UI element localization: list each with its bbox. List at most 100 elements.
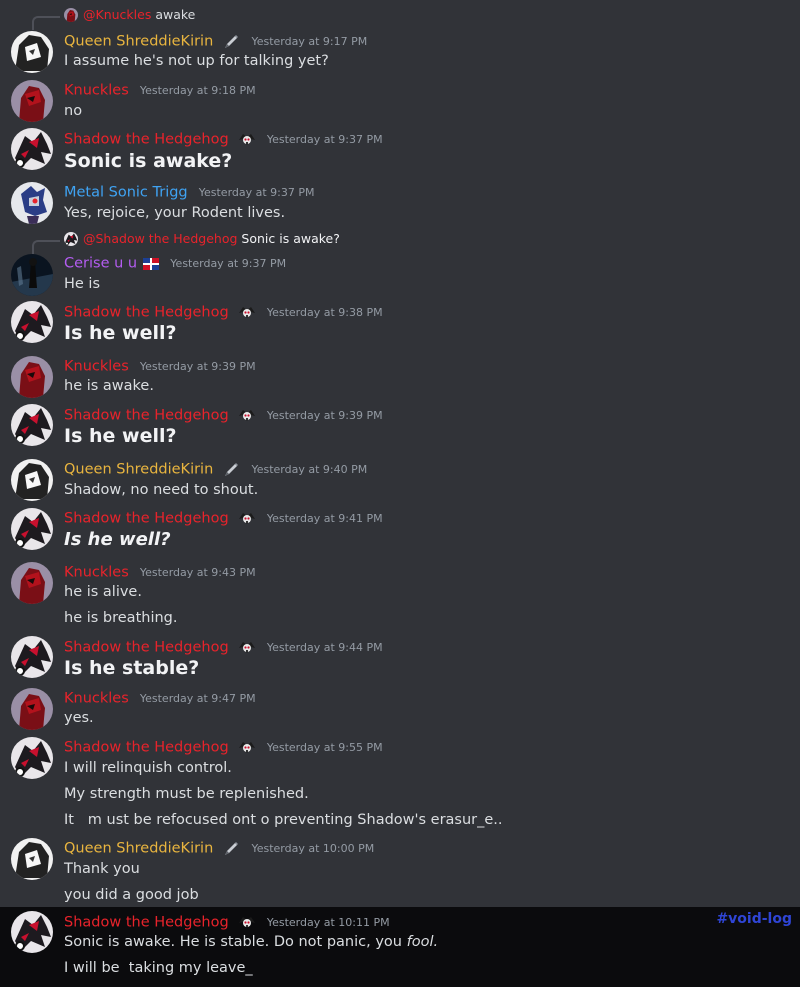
avatar[interactable] (11, 80, 53, 122)
message-text-plain: Sonic is awake. He is stable. Do not pan… (64, 934, 407, 950)
message-text: I will relinquish control. (64, 760, 232, 776)
timestamp[interactable]: Yesterday at 9:37 PM (267, 133, 383, 146)
message-text: he is awake. (64, 378, 154, 394)
avatar[interactable] (11, 31, 53, 73)
reply-spine (32, 240, 60, 254)
message-text: Is he stable? (64, 657, 200, 679)
message-header: Queen ShreddieKirin Yesterday at 9:40 PM (64, 459, 367, 479)
message-text: he is breathing. (64, 610, 178, 626)
message-text: Yes, rejoice, your Rodent lives. (64, 205, 286, 221)
timestamp[interactable]: Yesterday at 9:38 PM (267, 306, 383, 319)
avatar[interactable] (11, 301, 53, 343)
avatar[interactable] (11, 182, 53, 224)
message-text: I assume he's not up for talking yet? (64, 53, 329, 69)
timestamp[interactable]: Yesterday at 9:39 PM (140, 360, 256, 373)
pen-icon (222, 461, 240, 479)
message-text: Sonic is awake? (64, 150, 233, 172)
pen-icon (222, 840, 240, 858)
avatar[interactable] (11, 737, 53, 779)
message-header: Shadow the Hedgehog Yesterday at 9:55 PM (64, 737, 383, 757)
timestamp[interactable]: Yesterday at 9:37 PM (199, 186, 315, 199)
timestamp[interactable]: Yesterday at 9:18 PM (140, 84, 256, 97)
message-header: Knuckles Yesterday at 9:18 PM (64, 80, 256, 100)
username[interactable]: Queen ShreddieKirin (64, 462, 213, 478)
avatar[interactable] (11, 838, 53, 880)
message-text: Sonic is awake. He is stable. Do not pan… (64, 934, 438, 950)
timestamp[interactable]: Yesterday at 10:11 PM (267, 916, 390, 929)
username[interactable]: Shadow the Hedgehog (64, 408, 229, 424)
message-header: Knuckles Yesterday at 9:39 PM (64, 356, 256, 376)
username[interactable]: Cerise u u (64, 256, 137, 272)
reply-mention[interactable]: @Shadow the Hedgehog (83, 231, 237, 246)
message-header: Shadow the Hedgehog Yesterday at 9:37 PM (64, 129, 383, 149)
message-header: Knuckles Yesterday at 9:47 PM (64, 688, 256, 708)
pen-icon (222, 33, 240, 51)
timestamp[interactable]: Yesterday at 9:40 PM (251, 463, 367, 476)
reply-mention[interactable]: @Knuckles (83, 7, 151, 22)
message-text: he is alive. (64, 584, 142, 600)
username[interactable]: Shadow the Hedgehog (64, 305, 229, 321)
message-text-italic: fool. (406, 934, 439, 950)
timestamp[interactable]: Yesterday at 9:37 PM (170, 257, 286, 270)
reply-text: awake (155, 7, 196, 22)
skull-icon (238, 914, 256, 932)
message-text: Is he well? (64, 322, 177, 344)
timestamp[interactable]: Yesterday at 9:44 PM (267, 641, 383, 654)
reply-preview[interactable]: @Shadow the Hedgehog Sonic is awake? (0, 231, 360, 254)
timestamp[interactable]: Yesterday at 9:43 PM (140, 566, 256, 579)
timestamp[interactable]: Yesterday at 9:41 PM (267, 512, 383, 525)
avatar[interactable] (11, 254, 53, 296)
message-header: Queen ShreddieKirin Yesterday at 10:00 P… (64, 838, 374, 858)
username[interactable]: Queen ShreddieKirin (64, 841, 213, 857)
username[interactable]: Knuckles (64, 359, 129, 375)
avatar[interactable] (11, 459, 53, 501)
reply-avatar (64, 232, 78, 246)
message-text: It m ust be refocused ont o preventing S… (64, 812, 503, 828)
username[interactable]: Shadow the Hedgehog (64, 915, 229, 931)
reply-preview[interactable]: @Knuckles awake (0, 7, 260, 30)
username[interactable]: Knuckles (64, 691, 129, 707)
flag-icon (143, 258, 159, 270)
avatar[interactable] (11, 911, 53, 953)
username[interactable]: Shadow the Hedgehog (64, 640, 229, 656)
avatar[interactable] (11, 688, 53, 730)
message-header: Knuckles Yesterday at 9:43 PM (64, 562, 256, 582)
message-header: Shadow the Hedgehog Yesterday at 9:38 PM (64, 302, 383, 322)
username[interactable]: Shadow the Hedgehog (64, 511, 229, 527)
username[interactable]: Queen ShreddieKirin (64, 34, 213, 50)
avatar[interactable] (11, 404, 53, 446)
skull-icon (238, 131, 256, 149)
username[interactable]: Metal Sonic Trigg (64, 185, 188, 201)
timestamp[interactable]: Yesterday at 9:17 PM (251, 35, 367, 48)
avatar[interactable] (11, 356, 53, 398)
message-header: Shadow the Hedgehog Yesterday at 9:39 PM (64, 405, 383, 425)
timestamp[interactable]: Yesterday at 9:55 PM (267, 741, 383, 754)
username[interactable]: Knuckles (64, 83, 129, 99)
message-header: Cerise u u Yesterday at 9:37 PM (64, 253, 286, 273)
message-text: you did a good job (64, 887, 199, 903)
username[interactable]: Knuckles (64, 565, 129, 581)
message-header: Shadow the Hedgehog Yesterday at 9:41 PM (64, 508, 383, 528)
avatar[interactable] (11, 508, 53, 550)
message-text: yes. (64, 710, 94, 726)
reply-avatar (64, 8, 78, 22)
message-header: Shadow the Hedgehog Yesterday at 10:11 P… (64, 912, 390, 932)
avatar[interactable] (11, 128, 53, 170)
skull-icon (238, 304, 256, 322)
message-text: I will be taking my leave_ (64, 960, 253, 976)
timestamp[interactable]: Yesterday at 9:47 PM (140, 692, 256, 705)
avatar[interactable] (11, 636, 53, 678)
timestamp[interactable]: Yesterday at 9:39 PM (267, 409, 383, 422)
reply-text: Sonic is awake? (241, 231, 340, 246)
timestamp[interactable]: Yesterday at 10:00 PM (251, 842, 374, 855)
username[interactable]: Shadow the Hedgehog (64, 132, 229, 148)
skull-icon (238, 739, 256, 757)
message-text: Is he well? (64, 529, 171, 550)
reply-spine (32, 16, 60, 30)
message-text: Is he well? (64, 425, 177, 447)
avatar[interactable] (11, 562, 53, 604)
username[interactable]: Shadow the Hedgehog (64, 740, 229, 756)
message-text: My strength must be replenished. (64, 786, 309, 802)
message-header: Queen ShreddieKirin Yesterday at 9:17 PM (64, 31, 367, 51)
message-header: Metal Sonic Trigg Yesterday at 9:37 PM (64, 182, 315, 202)
